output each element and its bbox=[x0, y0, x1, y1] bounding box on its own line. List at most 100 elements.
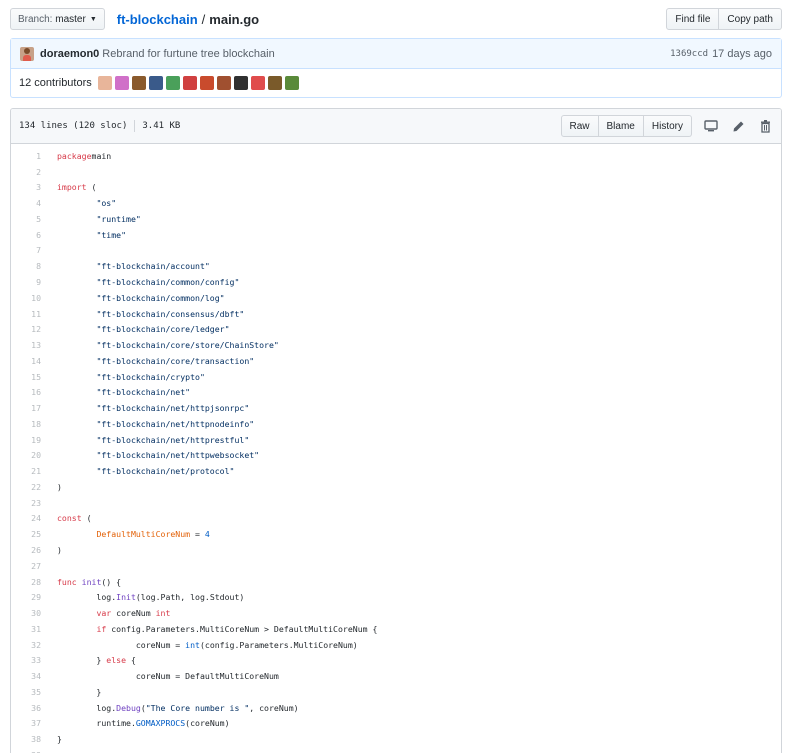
line-content: coreNum = int(config.Parameters.MultiCor… bbox=[41, 640, 358, 650]
line-number[interactable]: 25 bbox=[11, 529, 41, 539]
find-file-button[interactable]: Find file bbox=[666, 8, 720, 30]
repo-link[interactable]: ft-blockchain bbox=[117, 12, 198, 27]
contributor-avatar[interactable] bbox=[165, 76, 180, 90]
line-number[interactable]: 29 bbox=[11, 592, 41, 602]
code-line: 5 "runtime" bbox=[11, 211, 781, 227]
history-button[interactable]: History bbox=[643, 115, 692, 137]
commit-sha-link[interactable]: 1369ccd bbox=[670, 49, 708, 59]
line-content: if config.Parameters.MultiCoreNum > Defa… bbox=[41, 624, 377, 634]
line-number[interactable]: 30 bbox=[11, 608, 41, 618]
line-number[interactable]: 1 bbox=[11, 151, 41, 161]
line-content: "ft-blockchain/consensus/dbft" bbox=[41, 309, 244, 319]
code-line: 39 bbox=[11, 747, 781, 753]
code-token: config.Parameters.MultiCoreNum > Default… bbox=[106, 623, 378, 634]
line-number[interactable]: 4 bbox=[11, 198, 41, 208]
line-number[interactable]: 10 bbox=[11, 293, 41, 303]
line-number[interactable]: 24 bbox=[11, 513, 41, 523]
line-number[interactable]: 26 bbox=[11, 545, 41, 555]
line-content: log.Debug("The Core number is ", coreNum… bbox=[41, 702, 298, 713]
contributor-avatar[interactable] bbox=[114, 76, 129, 90]
line-number[interactable]: 22 bbox=[11, 482, 41, 492]
commit-message-link[interactable]: Rebrand for furtune tree blockchain bbox=[102, 48, 274, 60]
code-line: 35 } bbox=[11, 684, 781, 700]
line-number[interactable]: 17 bbox=[11, 403, 41, 413]
branch-select-button[interactable]: Branch: master ▼ bbox=[10, 8, 105, 30]
raw-button[interactable]: Raw bbox=[560, 115, 599, 137]
line-number[interactable]: 33 bbox=[11, 655, 41, 665]
copy-path-button[interactable]: Copy path bbox=[719, 8, 782, 30]
contributors-count[interactable]: 12 contributors bbox=[19, 77, 92, 89]
commit-tease: doraemon0 Rebrand for furtune tree block… bbox=[10, 38, 782, 98]
line-number[interactable]: 8 bbox=[11, 261, 41, 271]
line-number[interactable]: 12 bbox=[11, 324, 41, 334]
contributor-avatars bbox=[97, 76, 302, 90]
author-avatar[interactable] bbox=[20, 46, 34, 61]
code-line: 37 runtime.GOMAXPROCS(coreNum) bbox=[11, 716, 781, 732]
line-number[interactable]: 6 bbox=[11, 230, 41, 240]
code-token: "ft-blockchain/core/transaction" bbox=[96, 355, 255, 366]
code-token: init bbox=[81, 576, 102, 587]
commit-author-link[interactable]: doraemon0 bbox=[40, 48, 99, 60]
line-number[interactable]: 27 bbox=[11, 561, 41, 571]
trash-icon[interactable] bbox=[757, 118, 773, 134]
blame-button[interactable]: Blame bbox=[598, 115, 644, 137]
code-token: ) bbox=[57, 481, 62, 492]
line-number[interactable]: 20 bbox=[11, 450, 41, 460]
line-number[interactable]: 2 bbox=[11, 167, 41, 177]
line-number[interactable]: 35 bbox=[11, 687, 41, 697]
contributor-avatar[interactable] bbox=[233, 76, 248, 90]
code-token: "ft-blockchain/net/httprestful" bbox=[96, 434, 250, 445]
line-number[interactable]: 9 bbox=[11, 277, 41, 287]
line-content: coreNum = DefaultMultiCoreNum bbox=[41, 671, 279, 681]
contributor-avatar[interactable] bbox=[182, 76, 197, 90]
line-number[interactable]: 7 bbox=[11, 245, 41, 255]
code-line: 6 "time" bbox=[11, 227, 781, 243]
line-content: const ( bbox=[41, 513, 92, 523]
code-token: "ft-blockchain/net/httpjsonrpc" bbox=[96, 403, 250, 414]
line-content: func init() { bbox=[41, 577, 121, 587]
line-content: packagemain bbox=[41, 151, 111, 161]
line-number[interactable]: 16 bbox=[11, 387, 41, 397]
pencil-icon[interactable] bbox=[730, 118, 746, 134]
desktop-icon[interactable] bbox=[703, 118, 719, 134]
line-content: "ft-blockchain/core/store/ChainStore" bbox=[41, 340, 278, 350]
code-token: coreNum = DefaultMultiCoreNum bbox=[57, 671, 279, 682]
contributor-avatar[interactable] bbox=[267, 76, 282, 90]
code-token: "The Core number is " bbox=[145, 702, 250, 713]
line-number[interactable]: 19 bbox=[11, 435, 41, 445]
contributor-avatar[interactable] bbox=[97, 76, 112, 90]
line-number[interactable]: 3 bbox=[11, 182, 41, 192]
line-number[interactable]: 32 bbox=[11, 640, 41, 650]
line-number[interactable]: 21 bbox=[11, 466, 41, 476]
line-number[interactable]: 13 bbox=[11, 340, 41, 350]
contributor-avatar[interactable] bbox=[284, 76, 299, 90]
file-info-divider bbox=[134, 120, 136, 132]
line-number[interactable]: 14 bbox=[11, 356, 41, 366]
line-number[interactable]: 37 bbox=[11, 718, 41, 728]
code-line: 9 "ft-blockchain/common/config" bbox=[11, 274, 781, 290]
contributor-avatar[interactable] bbox=[199, 76, 214, 90]
code-line: 34 coreNum = DefaultMultiCoreNum bbox=[11, 668, 781, 684]
code-listing: 1 packagemain 2 3 import (4 "os" 5 "runtime" 6… bbox=[11, 144, 781, 753]
line-number[interactable]: 38 bbox=[11, 734, 41, 744]
line-number[interactable]: 5 bbox=[11, 214, 41, 224]
line-number[interactable]: 23 bbox=[11, 498, 41, 508]
line-number[interactable]: 15 bbox=[11, 372, 41, 382]
line-number[interactable]: 34 bbox=[11, 671, 41, 681]
contributor-avatar[interactable] bbox=[250, 76, 265, 90]
line-number[interactable]: 11 bbox=[11, 309, 41, 319]
contributor-avatar[interactable] bbox=[148, 76, 163, 90]
contributor-avatar[interactable] bbox=[216, 76, 231, 90]
line-number[interactable]: 28 bbox=[11, 577, 41, 587]
code-token: "ft-blockchain/consensus/dbft" bbox=[96, 308, 245, 319]
code-token: func bbox=[57, 576, 77, 587]
contributor-avatar[interactable] bbox=[131, 76, 146, 90]
line-content: "ft-blockchain/net/httpjsonrpc" bbox=[41, 403, 249, 413]
line-content: "ft-blockchain/net/httpnodeinfo" bbox=[41, 419, 254, 429]
line-number[interactable]: 31 bbox=[11, 624, 41, 634]
line-number[interactable]: 18 bbox=[11, 419, 41, 429]
line-number[interactable]: 36 bbox=[11, 703, 41, 713]
